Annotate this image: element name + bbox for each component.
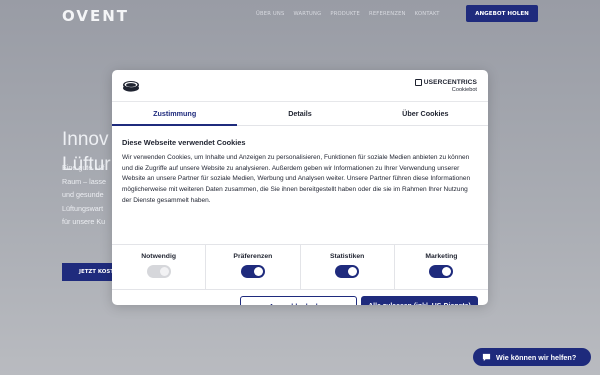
nav-item-contact[interactable]: KONTAKT bbox=[415, 11, 440, 17]
hero-text-line: für unsere Ku bbox=[62, 217, 106, 226]
nav-item-references[interactable]: REFERENZEN bbox=[369, 11, 406, 17]
get-quote-button[interactable]: ANGEBOT HOLEN bbox=[466, 5, 538, 22]
toggle-label: Notwendig bbox=[141, 253, 176, 260]
toggle-group-statistics: Statistiken bbox=[301, 245, 395, 289]
usercentrics-brand: USERCENTRICS Cookiebot bbox=[414, 79, 477, 93]
hero-title-line: Innov bbox=[62, 129, 109, 150]
hero-text-line: und gesunde bbox=[62, 190, 104, 199]
cookie-consent-dialog: USERCENTRICS Cookiebot Zustimmung Detail… bbox=[112, 70, 488, 305]
toggle-group-necessary: Notwendig bbox=[112, 245, 207, 289]
chat-button-label: Wie können wir helfen? bbox=[496, 352, 577, 362]
brand-name: USERCENTRICS bbox=[423, 79, 477, 86]
nav-item-products[interactable]: PRODUKTE bbox=[330, 11, 360, 17]
usercentrics-mark-icon bbox=[414, 79, 422, 86]
necessary-toggle bbox=[146, 265, 171, 278]
consent-heading: Diese Webseite verwendet Cookies bbox=[122, 138, 246, 147]
consent-text: Wir verwenden Cookies, um Inhalte und An… bbox=[122, 154, 471, 204]
allow-all-button[interactable]: Alle zulassen (inkl. US-Dienste) bbox=[361, 296, 478, 305]
nav-item-about[interactable]: ÜBER UNS bbox=[256, 11, 284, 17]
toggle-label: Präferenzen bbox=[233, 253, 273, 260]
tab-about-cookies[interactable]: Über Cookies bbox=[363, 102, 488, 125]
consent-body: Diese Webseite verwendet Cookies Wir ver… bbox=[112, 126, 488, 244]
toggle-label: Marketing bbox=[425, 253, 458, 260]
consent-tabs: Zustimmung Details Über Cookies bbox=[112, 102, 488, 126]
hero-text-line: Lüftungswart bbox=[62, 203, 104, 213]
chat-button[interactable]: Wie können wir helfen? bbox=[473, 348, 591, 366]
consent-toggles: Notwendig Präferenzen Statistiken Market… bbox=[112, 244, 488, 290]
statistics-toggle[interactable] bbox=[335, 265, 360, 278]
hero-text: Eine gute Lüf Raum – lasse und gesunde L… bbox=[62, 161, 106, 229]
dialog-header: USERCENTRICS Cookiebot bbox=[112, 70, 488, 102]
toggle-group-preferences: Präferenzen bbox=[206, 245, 301, 289]
nav-item-maintenance[interactable]: WARTUNG bbox=[293, 11, 321, 17]
allow-selection-button[interactable]: Auswahl erlauben bbox=[240, 296, 358, 305]
preferences-toggle[interactable] bbox=[240, 265, 265, 278]
marketing-toggle[interactable] bbox=[429, 265, 454, 278]
tab-details[interactable]: Details bbox=[237, 102, 362, 125]
toggle-group-marketing: Marketing bbox=[395, 245, 488, 289]
tab-consent[interactable]: Zustimmung bbox=[112, 102, 238, 126]
consent-actions: Auswahl erlauben Alle zulassen (inkl. US… bbox=[112, 290, 488, 305]
main-nav: ÜBER UNS WARTUNG PRODUKTE REFERENZEN KON… bbox=[256, 11, 440, 17]
hero-text-line: Eine gute Lüf bbox=[62, 163, 105, 172]
brand-sub: Cookiebot bbox=[451, 87, 477, 93]
hero-text-line: Raum – lasse bbox=[62, 176, 106, 186]
toggle-label: Statistiken bbox=[329, 253, 365, 260]
site-logo[interactable]: OVENT bbox=[62, 7, 129, 25]
chat-bubble-icon bbox=[482, 353, 491, 361]
cookiebot-logo-icon bbox=[123, 81, 139, 92]
